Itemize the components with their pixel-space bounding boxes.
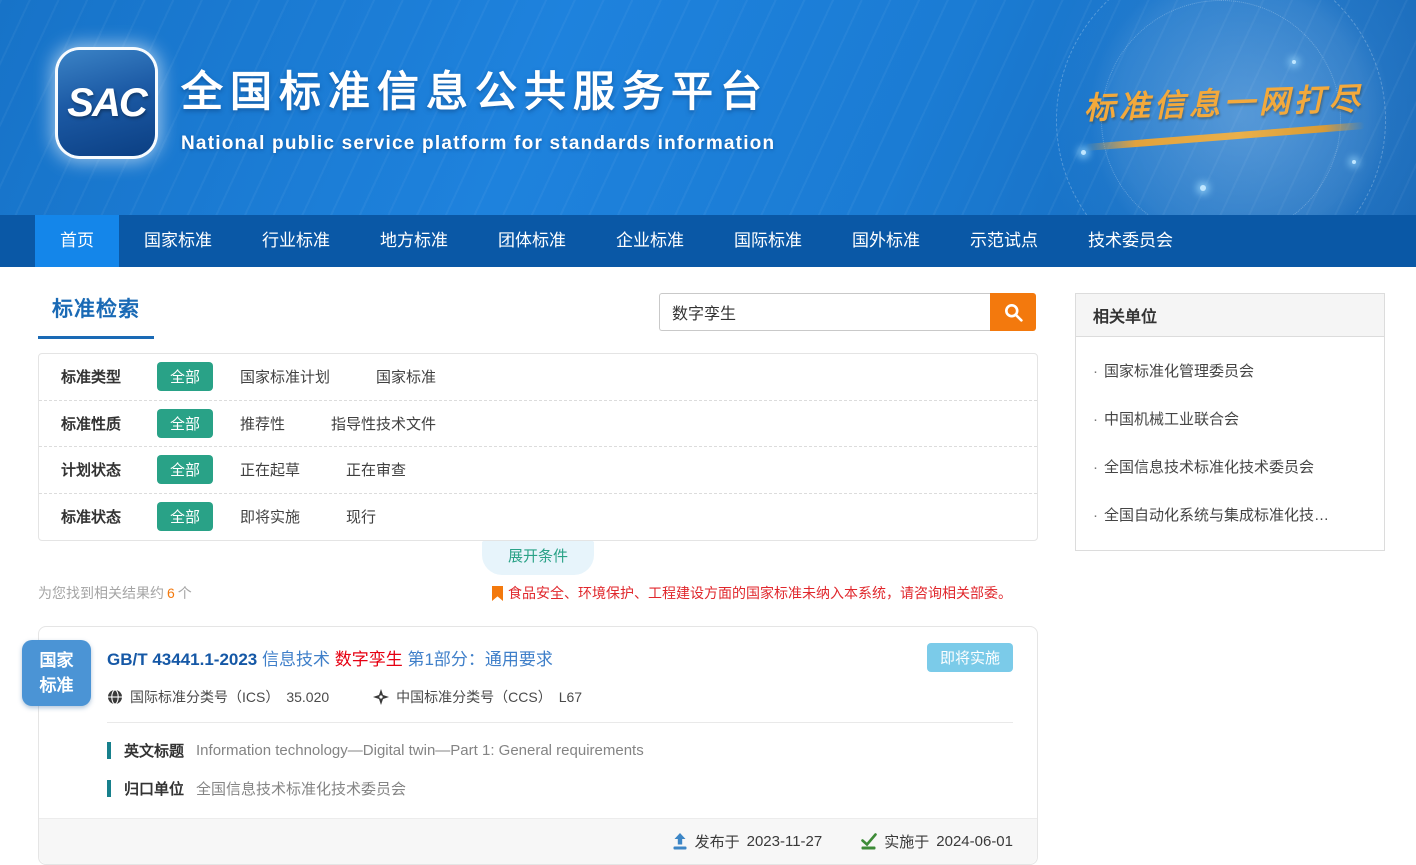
- filter-option[interactable]: 正在审查: [346, 459, 406, 480]
- nav-tab-industry-standards[interactable]: 行业标准: [237, 215, 355, 267]
- check-icon: [860, 833, 877, 850]
- sac-logo[interactable]: SAC: [58, 50, 155, 156]
- filter-label: 标准状态: [61, 506, 157, 527]
- related-organizations-panel: 相关单位 ·国家标准化管理委员会 ·中国机械工业联合会 ·全国信息技术标准化技术…: [1075, 293, 1385, 551]
- standard-number: GB/T 43441.1-2023: [107, 650, 257, 669]
- committee-value: 全国信息技术标准化技术委员会: [196, 778, 406, 799]
- related-org-link[interactable]: ·全国信息技术标准化技术委员会: [1076, 442, 1384, 490]
- sparkle-dot: [1352, 160, 1356, 164]
- implement-date-value: 2024-06-01: [936, 833, 1013, 850]
- ics-value: 35.020: [286, 689, 329, 705]
- site-subtitle: National public service platform for sta…: [181, 133, 775, 155]
- status-badge: 即将实施: [927, 643, 1013, 672]
- site-header: SAC 全国标准信息公共服务平台 National public service…: [0, 0, 1416, 215]
- filter-all-badge[interactable]: 全部: [157, 502, 213, 531]
- filter-row-plan-status: 计划状态 全部 正在起草 正在审查: [39, 447, 1037, 494]
- sparkle-dot: [1081, 150, 1086, 155]
- filter-row-standard-status: 标准状态 全部 即将实施 现行: [39, 494, 1037, 541]
- related-organizations-title: 相关单位: [1076, 294, 1384, 337]
- ccs-value: L67: [559, 689, 582, 705]
- filter-option[interactable]: 推荐性: [240, 413, 285, 434]
- nav-tab-home[interactable]: 首页: [35, 215, 119, 267]
- standard-title-link[interactable]: GB/T 43441.1-2023 信息技术 数字孪生 第1部分：通用要求: [107, 645, 553, 670]
- search-input[interactable]: [659, 293, 990, 331]
- nav-tab-technical-committees[interactable]: 技术委员会: [1063, 215, 1198, 267]
- filter-option[interactable]: 指导性技术文件: [331, 413, 436, 434]
- result-count: 为您找到相关结果约6个: [38, 583, 192, 603]
- ics-classification: 国际标准分类号（ICS） 35.020: [107, 687, 329, 707]
- sparkle-dot: [1292, 60, 1296, 64]
- search-term-highlight: 数字孪生: [335, 650, 403, 669]
- nav-tab-group-standards[interactable]: 团体标准: [473, 215, 591, 267]
- globe-icon: [107, 689, 123, 705]
- tab-standard-search[interactable]: 标准检索: [38, 293, 154, 339]
- publish-date-value: 2023-11-27: [747, 833, 823, 850]
- bullet: ·: [1093, 363, 1098, 380]
- slogan-banner: 标准信息一网打尽: [1083, 73, 1365, 145]
- main-nav: 首页 国家标准 行业标准 地方标准 团体标准 企业标准 国际标准 国外标准 示范…: [0, 215, 1416, 267]
- standard-title-part: 信息技术: [262, 650, 330, 669]
- implement-date: 实施于 2024-06-01: [860, 831, 1013, 852]
- filter-option[interactable]: 即将实施: [240, 506, 300, 527]
- filter-label: 计划状态: [61, 459, 157, 480]
- bookmark-icon: [492, 586, 503, 601]
- standard-result-card: 国家标准 GB/T 43441.1-2023 信息技术 数字孪生 第1部分：通用…: [38, 626, 1038, 865]
- teal-marker: [107, 780, 111, 797]
- english-title-row: 英文标题 Information technology—Digital twin…: [107, 740, 1013, 761]
- notice-text: 食品安全、环境保护、工程建设方面的国家标准未纳入本系统，请咨询相关部委。: [508, 583, 1012, 603]
- bullet: ·: [1093, 411, 1098, 428]
- teal-marker: [107, 742, 111, 759]
- sac-logo-text: SAC: [67, 81, 145, 126]
- ccs-classification: 中国标准分类号（CCS） L67: [373, 687, 582, 707]
- nav-tab-national-standards[interactable]: 国家标准: [119, 215, 237, 267]
- filter-option[interactable]: 国家标准计划: [240, 366, 330, 387]
- nav-tab-enterprise-standards[interactable]: 企业标准: [591, 215, 709, 267]
- site-title: 全国标准信息公共服务平台: [181, 58, 775, 119]
- filter-all-badge[interactable]: 全部: [157, 362, 213, 391]
- filter-all-badge[interactable]: 全部: [157, 409, 213, 438]
- bullet: ·: [1093, 507, 1098, 524]
- divider: [107, 722, 1013, 723]
- bullet: ·: [1093, 459, 1098, 476]
- slogan-text: 标准信息一网打尽: [1083, 73, 1364, 128]
- english-title-value: Information technology—Digital twin—Part…: [196, 742, 644, 759]
- related-org-link[interactable]: ·全国自动化系统与集成标准化技…: [1076, 490, 1384, 538]
- nav-tab-local-standards[interactable]: 地方标准: [355, 215, 473, 267]
- committee-row: 归口单位 全国信息技术标准化技术委员会: [107, 778, 1013, 799]
- search-box: [659, 293, 1036, 331]
- page-title: 标准检索: [52, 298, 140, 321]
- brand: SAC 全国标准信息公共服务平台 National public service…: [58, 50, 775, 156]
- filter-row-standard-type: 标准类型 全部 国家标准计划 国家标准: [39, 354, 1037, 401]
- related-org-link[interactable]: ·国家标准化管理委员会: [1076, 346, 1384, 394]
- standard-title-part: 第1部分：通用要求: [407, 650, 552, 669]
- nav-tab-international-standards[interactable]: 国际标准: [709, 215, 827, 267]
- sparkle-dot: [1200, 185, 1206, 191]
- compass-icon: [373, 689, 389, 705]
- filter-label: 标准类型: [61, 366, 157, 387]
- filter-option[interactable]: 国家标准: [376, 366, 436, 387]
- filter-all-badge[interactable]: 全部: [157, 455, 213, 484]
- filter-label: 标准性质: [61, 413, 157, 434]
- standard-type-badge: 国家标准: [22, 640, 91, 706]
- system-notice: 食品安全、环境保护、工程建设方面的国家标准未纳入本系统，请咨询相关部委。: [492, 583, 1012, 603]
- expand-conditions-button[interactable]: 展开条件: [482, 541, 594, 575]
- related-org-link[interactable]: ·中国机械工业联合会: [1076, 394, 1384, 442]
- publish-icon: [672, 833, 688, 850]
- search-button[interactable]: [990, 293, 1036, 331]
- filter-option[interactable]: 正在起草: [240, 459, 300, 480]
- filter-panel: 标准类型 全部 国家标准计划 国家标准 标准性质 全部 推荐性 指导性技术文件 …: [38, 353, 1038, 541]
- publish-date: 发布于 2023-11-27: [672, 831, 823, 852]
- filter-row-standard-nature: 标准性质 全部 推荐性 指导性技术文件: [39, 401, 1037, 448]
- result-count-number: 6: [164, 585, 178, 601]
- nav-tab-pilot-demo[interactable]: 示范试点: [945, 215, 1063, 267]
- card-footer: 发布于 2023-11-27 实施于 2024-06-01: [39, 818, 1037, 864]
- search-icon: [1003, 302, 1024, 323]
- filter-option[interactable]: 现行: [346, 506, 376, 527]
- nav-tab-foreign-standards[interactable]: 国外标准: [827, 215, 945, 267]
